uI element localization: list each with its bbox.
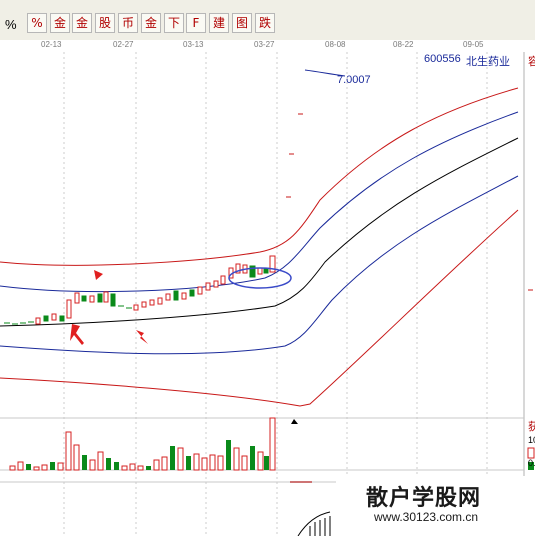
volume-bar xyxy=(241,455,248,471)
volume-bar xyxy=(153,459,160,471)
volume-bar xyxy=(97,451,104,471)
volume-bar xyxy=(177,447,184,471)
volume-bar xyxy=(201,457,208,471)
volume-bar xyxy=(250,446,255,470)
candle xyxy=(220,275,226,285)
volume-legend-swatch xyxy=(527,447,535,459)
candle xyxy=(81,295,87,302)
candle xyxy=(59,315,65,322)
candle xyxy=(133,304,139,311)
volume-bar xyxy=(17,461,24,471)
triangle-marker-icon xyxy=(291,419,298,424)
side-label-vol: 获 xyxy=(528,421,535,433)
volume-bar xyxy=(73,444,80,471)
volume-bar xyxy=(257,451,264,471)
price-marker xyxy=(304,69,346,77)
candle xyxy=(89,295,95,303)
volume-bar xyxy=(26,464,31,470)
volume-bar xyxy=(114,462,119,470)
candle xyxy=(66,299,72,319)
volume-bar xyxy=(41,464,48,471)
candle xyxy=(205,282,211,291)
volume-bar xyxy=(269,417,276,471)
kline-chart[interactable] xyxy=(0,0,535,536)
volume-bar xyxy=(82,455,87,470)
volume-bar xyxy=(129,463,136,471)
candle xyxy=(257,267,263,275)
volume-bar xyxy=(186,456,191,470)
volume-bar xyxy=(50,462,55,470)
volume-bar xyxy=(161,456,168,471)
volume-bar xyxy=(226,440,231,470)
volume-bar xyxy=(233,447,240,471)
candle xyxy=(43,315,49,322)
volume-bar xyxy=(209,454,216,471)
arrow-icon xyxy=(94,270,103,280)
upper-band-line xyxy=(0,87,519,266)
volume-bar xyxy=(146,466,151,470)
volume-bar xyxy=(9,465,16,471)
side-label-n2: 0. xyxy=(528,458,535,468)
watermark-title: 散户学股网 xyxy=(366,485,482,510)
volume-bar xyxy=(170,446,175,470)
volume-bar xyxy=(137,465,144,471)
upper-mid-band-line xyxy=(0,111,519,293)
candle xyxy=(74,292,80,304)
watermark-url: www.30123.com.cn xyxy=(374,510,479,524)
candle xyxy=(51,313,57,321)
candle xyxy=(181,292,187,300)
side-label-top: 容 xyxy=(528,56,535,68)
candle xyxy=(165,293,171,301)
stock-chart-window: % % 金 金 股 币 金 下 F 建 图 跌 02-13 02-27 03-1… xyxy=(0,0,535,536)
volume-bar xyxy=(193,453,200,471)
candle xyxy=(173,290,179,301)
candle xyxy=(149,299,155,306)
candle xyxy=(213,280,219,288)
watermark: 散户学股网 www.30123.com.cn xyxy=(336,476,535,536)
volume-bar xyxy=(89,459,96,471)
volume-bars xyxy=(9,417,535,483)
arrow-icon xyxy=(70,324,84,345)
candle xyxy=(35,317,41,325)
arrow-icon xyxy=(136,330,148,344)
candle xyxy=(141,301,147,308)
candle xyxy=(157,297,163,305)
volume-bar xyxy=(33,466,40,471)
candle xyxy=(97,293,103,303)
candle xyxy=(189,289,195,297)
candle xyxy=(197,286,203,295)
volume-bar xyxy=(121,465,128,471)
side-label-n1: 10 xyxy=(528,435,535,445)
volume-bar xyxy=(57,462,64,471)
volume-bar xyxy=(106,458,111,470)
volume-bar xyxy=(65,431,72,471)
candle xyxy=(103,291,109,303)
volume-bar xyxy=(264,456,269,470)
volume-bar xyxy=(217,455,224,471)
candle xyxy=(110,293,116,307)
